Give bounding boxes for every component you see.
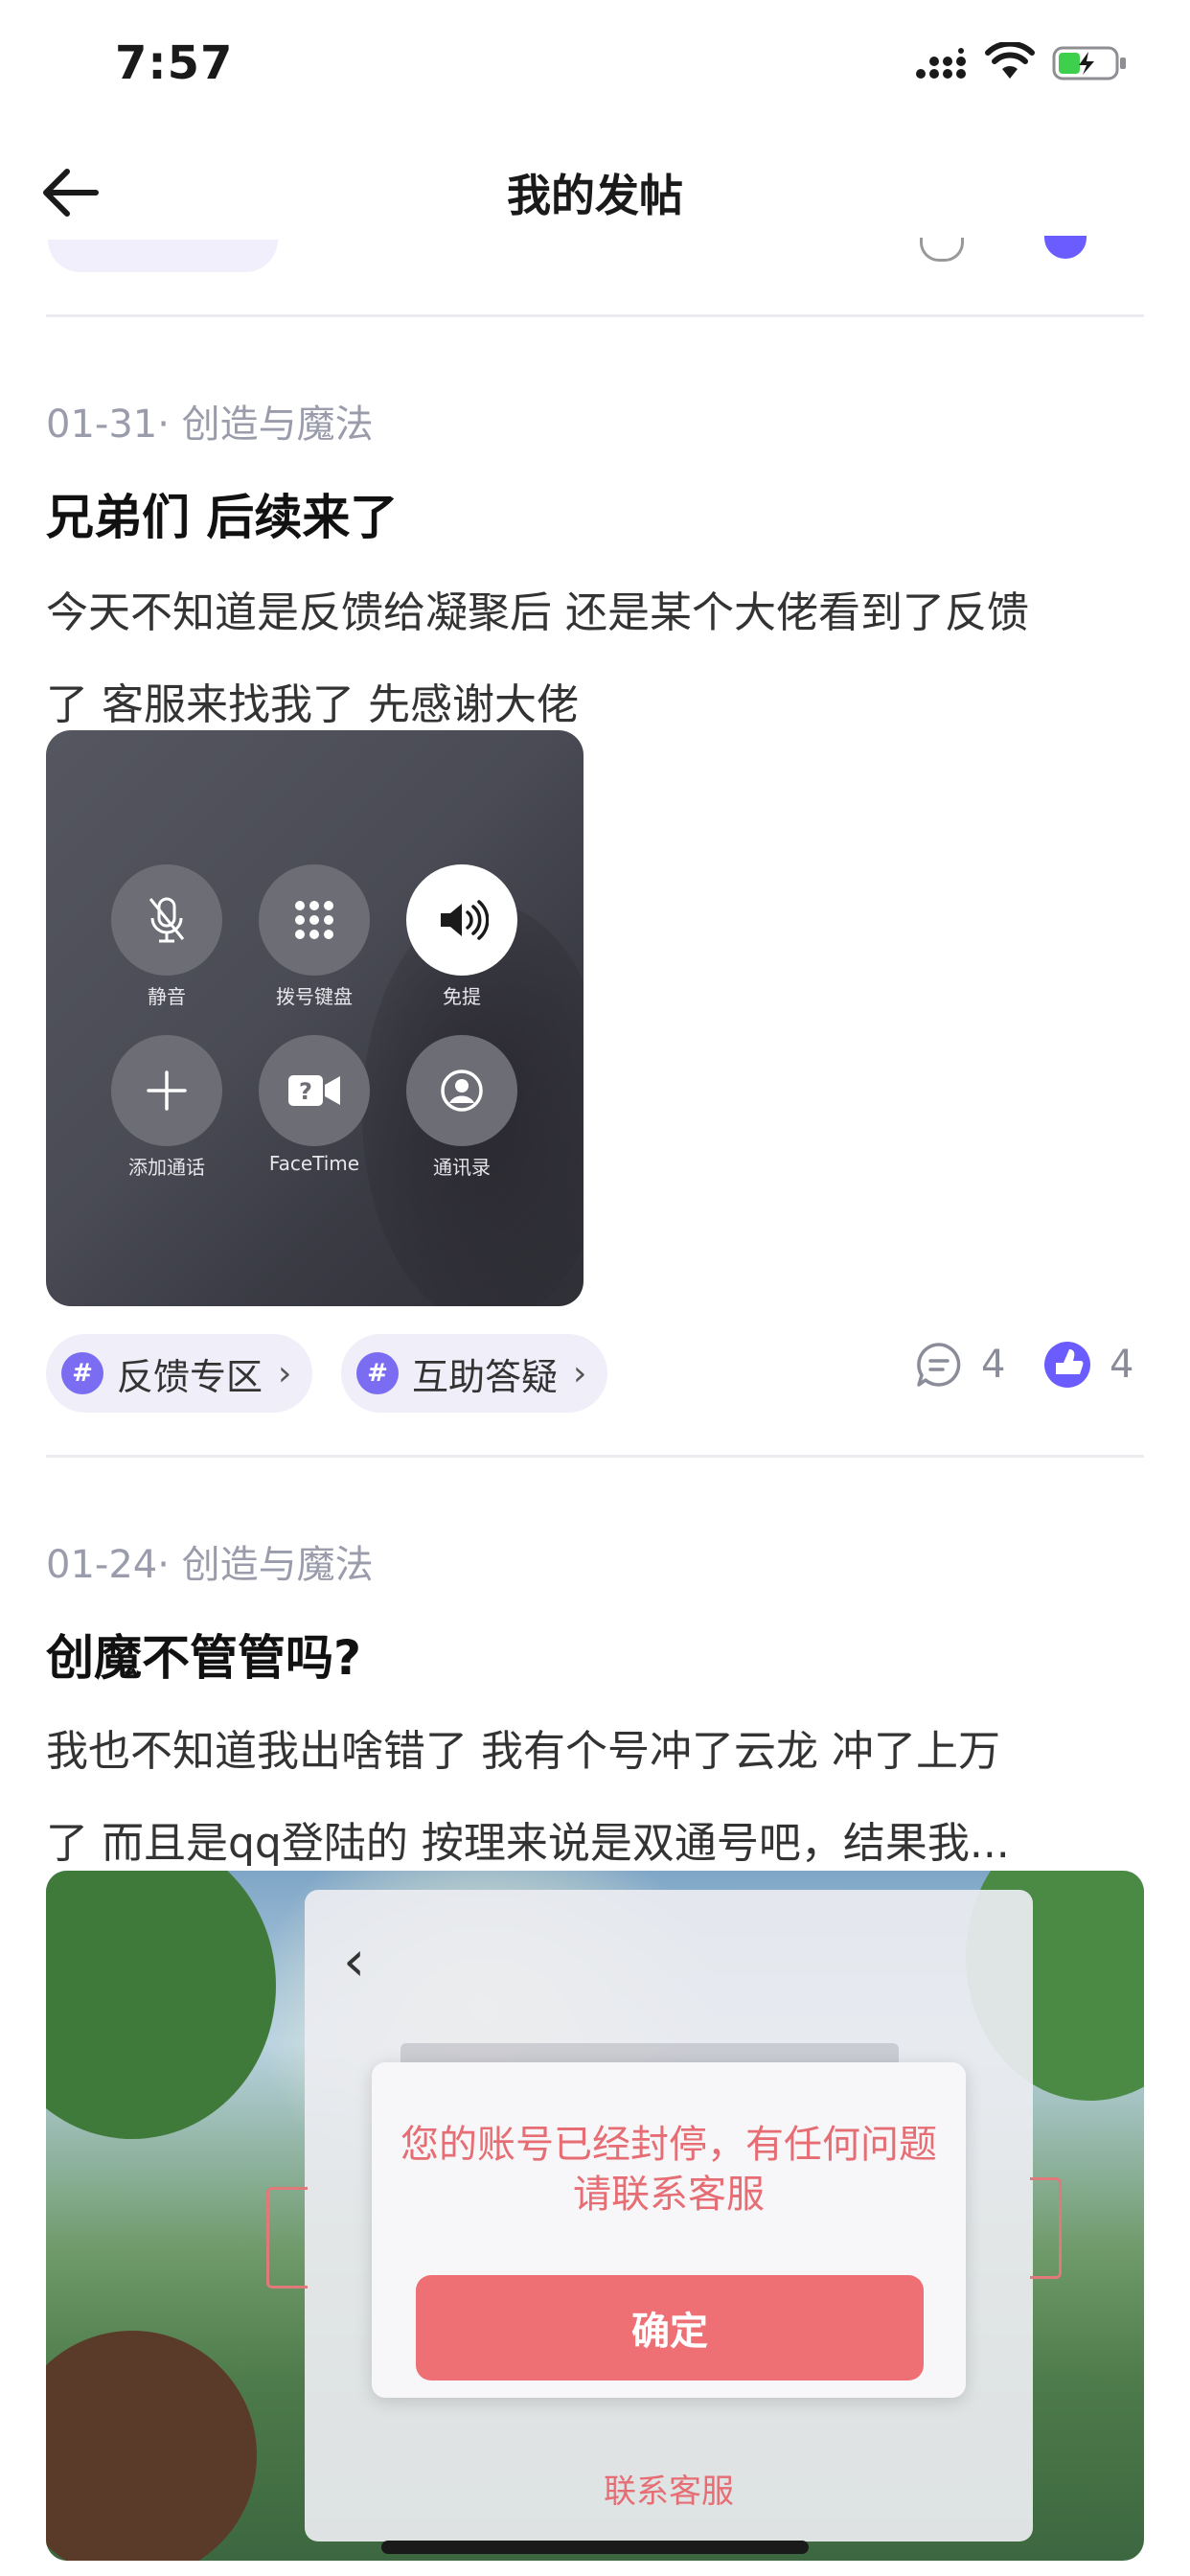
post-title: 兄弟们 后续来了 bbox=[46, 490, 399, 545]
facetime-button: ? bbox=[259, 1035, 370, 1146]
topic-tag-label: 互助答疑 bbox=[412, 1355, 559, 1398]
post-title: 创魔不管管吗? bbox=[46, 1630, 362, 1686]
post-image[interactable]: 静音 拨号键盘 免提 添加通话 ? FaceTime 通讯录 bbox=[46, 730, 584, 1306]
like-icon bbox=[1044, 1342, 1090, 1388]
page-title: 我的发帖 bbox=[507, 170, 683, 221]
wifi-icon bbox=[985, 42, 1035, 79]
svg-text:?: ? bbox=[299, 1078, 312, 1105]
call-button-label: FaceTime bbox=[268, 1152, 360, 1175]
chevron-right-icon: › bbox=[278, 1353, 292, 1393]
contact-support-link: 联系客服 bbox=[604, 2472, 734, 2511]
hashtag-icon: # bbox=[61, 1352, 103, 1394]
contacts-button bbox=[406, 1035, 517, 1146]
battery-icon bbox=[1052, 46, 1126, 80]
call-button-label: 通讯录 bbox=[433, 1156, 491, 1179]
mic-off-icon bbox=[149, 897, 185, 943]
topic-tag[interactable]: # 反馈专区 › bbox=[46, 1334, 313, 1413]
post-meta: 01-31· 创造与魔法 bbox=[46, 402, 374, 447]
keypad-button bbox=[259, 864, 370, 976]
post-body: 我也不知道我出啥错了 我有个号冲了云龙 冲了上万 了 而且是qq登陆的 按理来说… bbox=[46, 1706, 1148, 1890]
confirm-button: 确定 bbox=[416, 2275, 924, 2380]
like-count-value: 4 bbox=[1110, 1343, 1134, 1387]
post-image[interactable]: ‹ 联系客服 您的账号已经封停，有任何问题请联系客服 确定 bbox=[46, 1871, 1144, 2561]
call-button-label: 静音 bbox=[148, 985, 186, 1008]
panel-field-edge bbox=[1030, 2177, 1062, 2279]
speaker-icon bbox=[441, 900, 489, 940]
status-bar: 7:57 bbox=[0, 0, 1190, 134]
hashtag-icon: # bbox=[356, 1352, 399, 1394]
post-body-line: 我也不知道我出啥错了 我有个号冲了云龙 冲了上万 bbox=[46, 1727, 1000, 1776]
ban-dialog: 您的账号已经封停，有任何问题请联系客服 确定 bbox=[372, 2062, 966, 2398]
nav-header: 我的发帖 bbox=[0, 134, 1190, 249]
like-count[interactable]: 4 bbox=[1042, 1340, 1133, 1390]
post-body-line: 今天不知道是反馈给凝聚后 还是某个大佬看到了反馈 bbox=[46, 588, 1029, 637]
post-divider bbox=[46, 314, 1144, 317]
previous-post-tag[interactable] bbox=[48, 240, 278, 272]
post-divider bbox=[46, 1455, 1144, 1458]
topic-tag[interactable]: # 互助答疑 › bbox=[341, 1334, 608, 1413]
contacts-icon bbox=[441, 1070, 483, 1112]
speaker-button bbox=[406, 864, 517, 976]
plus-icon bbox=[147, 1070, 187, 1111]
add-call-button bbox=[111, 1035, 222, 1146]
comment-icon bbox=[917, 1343, 961, 1387]
ban-message: 您的账号已经封停，有任何问题请联系客服 bbox=[400, 2123, 937, 2217]
topic-tag-label: 反馈专区 bbox=[117, 1355, 263, 1398]
back-chevron-icon: ‹ bbox=[343, 1928, 366, 1993]
status-time: 7:57 bbox=[115, 36, 234, 90]
foliage-shape bbox=[46, 1871, 276, 2139]
comment-icon bbox=[920, 238, 964, 262]
chevron-right-icon: › bbox=[573, 1353, 587, 1393]
facetime-icon: ? bbox=[288, 1075, 340, 1106]
call-button-label: 免提 bbox=[443, 985, 481, 1008]
home-indicator[interactable] bbox=[381, 2541, 809, 2554]
post-meta: 01-24· 创造与魔法 bbox=[46, 1543, 374, 1587]
like-icon bbox=[1044, 236, 1087, 259]
cellular-signal-icon bbox=[916, 48, 966, 79]
keypad-icon bbox=[295, 901, 333, 939]
ground-shape bbox=[46, 2331, 257, 2561]
call-button-label: 拨号键盘 bbox=[276, 985, 353, 1008]
post-body: 今天不知道是反馈给凝聚后 还是某个大佬看到了反馈 了 客服来找我了 先感谢大佬 bbox=[46, 567, 1148, 751]
comment-count-value: 4 bbox=[981, 1343, 1006, 1387]
call-button-label: 添加通话 bbox=[128, 1156, 205, 1179]
panel-field-edge bbox=[266, 2187, 308, 2288]
mute-button bbox=[111, 864, 222, 976]
comment-count[interactable]: 4 bbox=[914, 1340, 1005, 1390]
